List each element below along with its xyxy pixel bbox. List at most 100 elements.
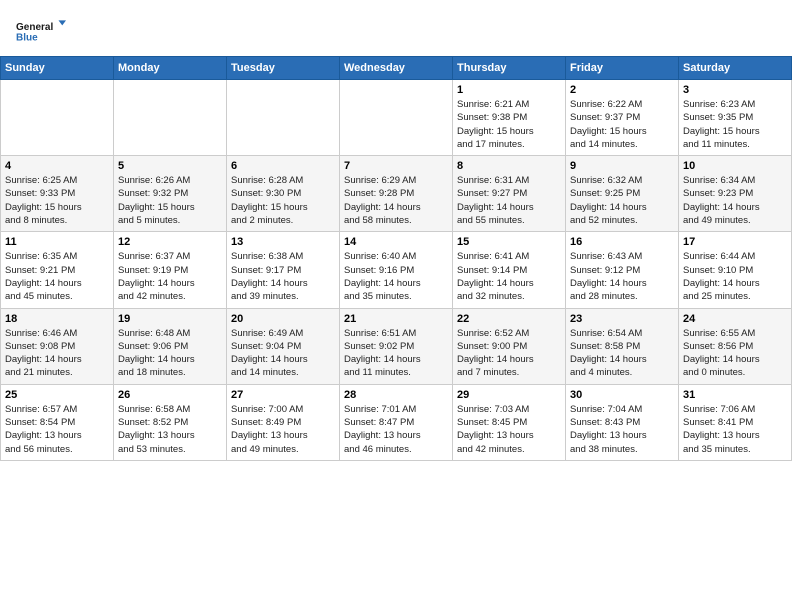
day-of-week-header: Monday bbox=[114, 57, 227, 80]
day-number: 6 bbox=[231, 160, 335, 172]
day-number: 21 bbox=[344, 313, 448, 325]
calendar-cell: 23Sunrise: 6:54 AMSunset: 8:58 PMDayligh… bbox=[566, 308, 679, 384]
calendar-cell: 11 Sunrise: 6:35 AMSunset: 9:21 PMDayligh… bbox=[1, 232, 114, 308]
calendar-cell: 21Sunrise: 6:51 AMSunset: 9:02 PMDayligh… bbox=[340, 308, 453, 384]
calendar-cell: 19 Sunrise: 6:48 AMSunset: 9:06 PMDayligh… bbox=[114, 308, 227, 384]
day-info: Sunrise: 6:38 AMSunset: 9:17 PMDaylight:… bbox=[231, 250, 335, 303]
calendar-cell bbox=[340, 80, 453, 156]
logo-svg: General Blue bbox=[16, 12, 66, 50]
day-of-week-header: Saturday bbox=[679, 57, 792, 80]
calendar-cell: 27 Sunrise: 7:00 AMSunset: 8:49 PMDayligh… bbox=[227, 384, 340, 460]
day-number: 30 bbox=[570, 389, 674, 401]
calendar-cell: 4 Sunrise: 6:25 AMSunset: 9:33 PMDaylight… bbox=[1, 156, 114, 232]
calendar-cell: 8 Sunrise: 6:31 AMSunset: 9:27 PMDaylight… bbox=[453, 156, 566, 232]
calendar-cell: 24 Sunrise: 6:55 AMSunset: 8:56 PMDayligh… bbox=[679, 308, 792, 384]
calendar-cell: 3 Sunrise: 6:23 AMSunset: 9:35 PMDaylight… bbox=[679, 80, 792, 156]
day-number: 27 bbox=[231, 389, 335, 401]
day-info: Sunrise: 7:04 AMSunset: 8:43 PMDaylight:… bbox=[570, 403, 674, 456]
day-info: Sunrise: 6:57 AMSunset: 8:54 PMDaylight:… bbox=[5, 403, 109, 456]
calendar-cell: 9 Sunrise: 6:32 AMSunset: 9:25 PMDaylight… bbox=[566, 156, 679, 232]
day-number: 26 bbox=[118, 389, 222, 401]
day-number: 20 bbox=[231, 313, 335, 325]
calendar-cell: 14 Sunrise: 6:40 AMSunset: 9:16 PMDayligh… bbox=[340, 232, 453, 308]
day-info: Sunrise: 6:22 AMSunset: 9:37 PMDaylight:… bbox=[570, 98, 674, 151]
day-info: Sunrise: 6:34 AMSunset: 9:23 PMDaylight:… bbox=[683, 174, 787, 227]
day-number: 24 bbox=[683, 313, 787, 325]
day-info: Sunrise: 6:35 AMSunset: 9:21 PMDaylight:… bbox=[5, 250, 109, 303]
calendar-cell: 15 Sunrise: 6:41 AMSunset: 9:14 PMDayligh… bbox=[453, 232, 566, 308]
calendar-cell: 30 Sunrise: 7:04 AMSunset: 8:43 PMDayligh… bbox=[566, 384, 679, 460]
calendar-cell: 16 Sunrise: 6:43 AMSunset: 9:12 PMDayligh… bbox=[566, 232, 679, 308]
day-of-week-header: Wednesday bbox=[340, 57, 453, 80]
calendar-cell bbox=[1, 80, 114, 156]
day-number: 2 bbox=[570, 84, 674, 96]
day-info: Sunrise: 6:29 AMSunset: 9:28 PMDaylight:… bbox=[344, 174, 448, 227]
calendar-cell: 20 Sunrise: 6:49 AMSunset: 9:04 PMDayligh… bbox=[227, 308, 340, 384]
day-info: Sunrise: 6:43 AMSunset: 9:12 PMDaylight:… bbox=[570, 250, 674, 303]
calendar-cell: 25 Sunrise: 6:57 AMSunset: 8:54 PMDayligh… bbox=[1, 384, 114, 460]
day-info: Sunrise: 6:55 AMSunset: 8:56 PMDaylight:… bbox=[683, 327, 787, 380]
day-number: 1 bbox=[457, 84, 561, 96]
day-info: Sunrise: 7:03 AMSunset: 8:45 PMDaylight:… bbox=[457, 403, 561, 456]
day-number: 11 bbox=[5, 236, 109, 248]
day-number: 13 bbox=[231, 236, 335, 248]
day-number: 7 bbox=[344, 160, 448, 172]
day-info: Sunrise: 6:31 AMSunset: 9:27 PMDaylight:… bbox=[457, 174, 561, 227]
calendar-cell: 1Sunrise: 6:21 AMSunset: 9:38 PMDaylight… bbox=[453, 80, 566, 156]
day-info: Sunrise: 6:48 AMSunset: 9:06 PMDaylight:… bbox=[118, 327, 222, 380]
calendar-cell bbox=[227, 80, 340, 156]
day-number: 4 bbox=[5, 160, 109, 172]
day-info: Sunrise: 7:01 AMSunset: 8:47 PMDaylight:… bbox=[344, 403, 448, 456]
day-info: Sunrise: 7:06 AMSunset: 8:41 PMDaylight:… bbox=[683, 403, 787, 456]
day-info: Sunrise: 7:00 AMSunset: 8:49 PMDaylight:… bbox=[231, 403, 335, 456]
day-number: 28 bbox=[344, 389, 448, 401]
day-info: Sunrise: 6:41 AMSunset: 9:14 PMDaylight:… bbox=[457, 250, 561, 303]
day-number: 8 bbox=[457, 160, 561, 172]
calendar-cell: 29Sunrise: 7:03 AMSunset: 8:45 PMDayligh… bbox=[453, 384, 566, 460]
day-number: 3 bbox=[683, 84, 787, 96]
calendar-table: SundayMondayTuesdayWednesdayThursdayFrid… bbox=[0, 56, 792, 461]
svg-text:Blue: Blue bbox=[16, 32, 38, 43]
day-number: 17 bbox=[683, 236, 787, 248]
day-info: Sunrise: 6:25 AMSunset: 9:33 PMDaylight:… bbox=[5, 174, 109, 227]
day-of-week-header: Sunday bbox=[1, 57, 114, 80]
svg-text:General: General bbox=[16, 22, 53, 33]
day-number: 22 bbox=[457, 313, 561, 325]
calendar-cell: 28 Sunrise: 7:01 AMSunset: 8:47 PMDayligh… bbox=[340, 384, 453, 460]
day-info: Sunrise: 6:54 AMSunset: 8:58 PMDaylight:… bbox=[570, 327, 674, 380]
day-info: Sunrise: 6:37 AMSunset: 9:19 PMDaylight:… bbox=[118, 250, 222, 303]
calendar-cell: 13 Sunrise: 6:38 AMSunset: 9:17 PMDayligh… bbox=[227, 232, 340, 308]
day-number: 25 bbox=[5, 389, 109, 401]
day-info: Sunrise: 6:52 AMSunset: 9:00 PMDaylight:… bbox=[457, 327, 561, 380]
day-number: 18 bbox=[5, 313, 109, 325]
calendar-cell: 18 Sunrise: 6:46 AMSunset: 9:08 PMDayligh… bbox=[1, 308, 114, 384]
day-number: 31 bbox=[683, 389, 787, 401]
day-number: 9 bbox=[570, 160, 674, 172]
day-info: Sunrise: 6:44 AMSunset: 9:10 PMDaylight:… bbox=[683, 250, 787, 303]
calendar-cell bbox=[114, 80, 227, 156]
day-info: Sunrise: 6:46 AMSunset: 9:08 PMDaylight:… bbox=[5, 327, 109, 380]
calendar-cell: 26 Sunrise: 6:58 AMSunset: 8:52 PMDayligh… bbox=[114, 384, 227, 460]
day-info: Sunrise: 6:49 AMSunset: 9:04 PMDaylight:… bbox=[231, 327, 335, 380]
calendar-cell: 22 Sunrise: 6:52 AMSunset: 9:00 PMDayligh… bbox=[453, 308, 566, 384]
day-number: 19 bbox=[118, 313, 222, 325]
day-number: 16 bbox=[570, 236, 674, 248]
day-info: Sunrise: 6:40 AMSunset: 9:16 PMDaylight:… bbox=[344, 250, 448, 303]
day-info: Sunrise: 6:28 AMSunset: 9:30 PMDaylight:… bbox=[231, 174, 335, 227]
day-number: 10 bbox=[683, 160, 787, 172]
day-number: 14 bbox=[344, 236, 448, 248]
header: General Blue bbox=[0, 0, 792, 56]
day-info: Sunrise: 6:23 AMSunset: 9:35 PMDaylight:… bbox=[683, 98, 787, 151]
day-number: 5 bbox=[118, 160, 222, 172]
logo: General Blue bbox=[16, 12, 66, 50]
day-number: 15 bbox=[457, 236, 561, 248]
day-info: Sunrise: 6:58 AMSunset: 8:52 PMDaylight:… bbox=[118, 403, 222, 456]
calendar-cell: 6 Sunrise: 6:28 AMSunset: 9:30 PMDaylight… bbox=[227, 156, 340, 232]
day-number: 12 bbox=[118, 236, 222, 248]
calendar-cell: 12 Sunrise: 6:37 AMSunset: 9:19 PMDayligh… bbox=[114, 232, 227, 308]
day-info: Sunrise: 6:32 AMSunset: 9:25 PMDaylight:… bbox=[570, 174, 674, 227]
calendar-cell: 10 Sunrise: 6:34 AMSunset: 9:23 PMDayligh… bbox=[679, 156, 792, 232]
day-info: Sunrise: 6:26 AMSunset: 9:32 PMDaylight:… bbox=[118, 174, 222, 227]
day-of-week-header: Thursday bbox=[453, 57, 566, 80]
calendar-cell: 31 Sunrise: 7:06 AMSunset: 8:41 PMDayligh… bbox=[679, 384, 792, 460]
